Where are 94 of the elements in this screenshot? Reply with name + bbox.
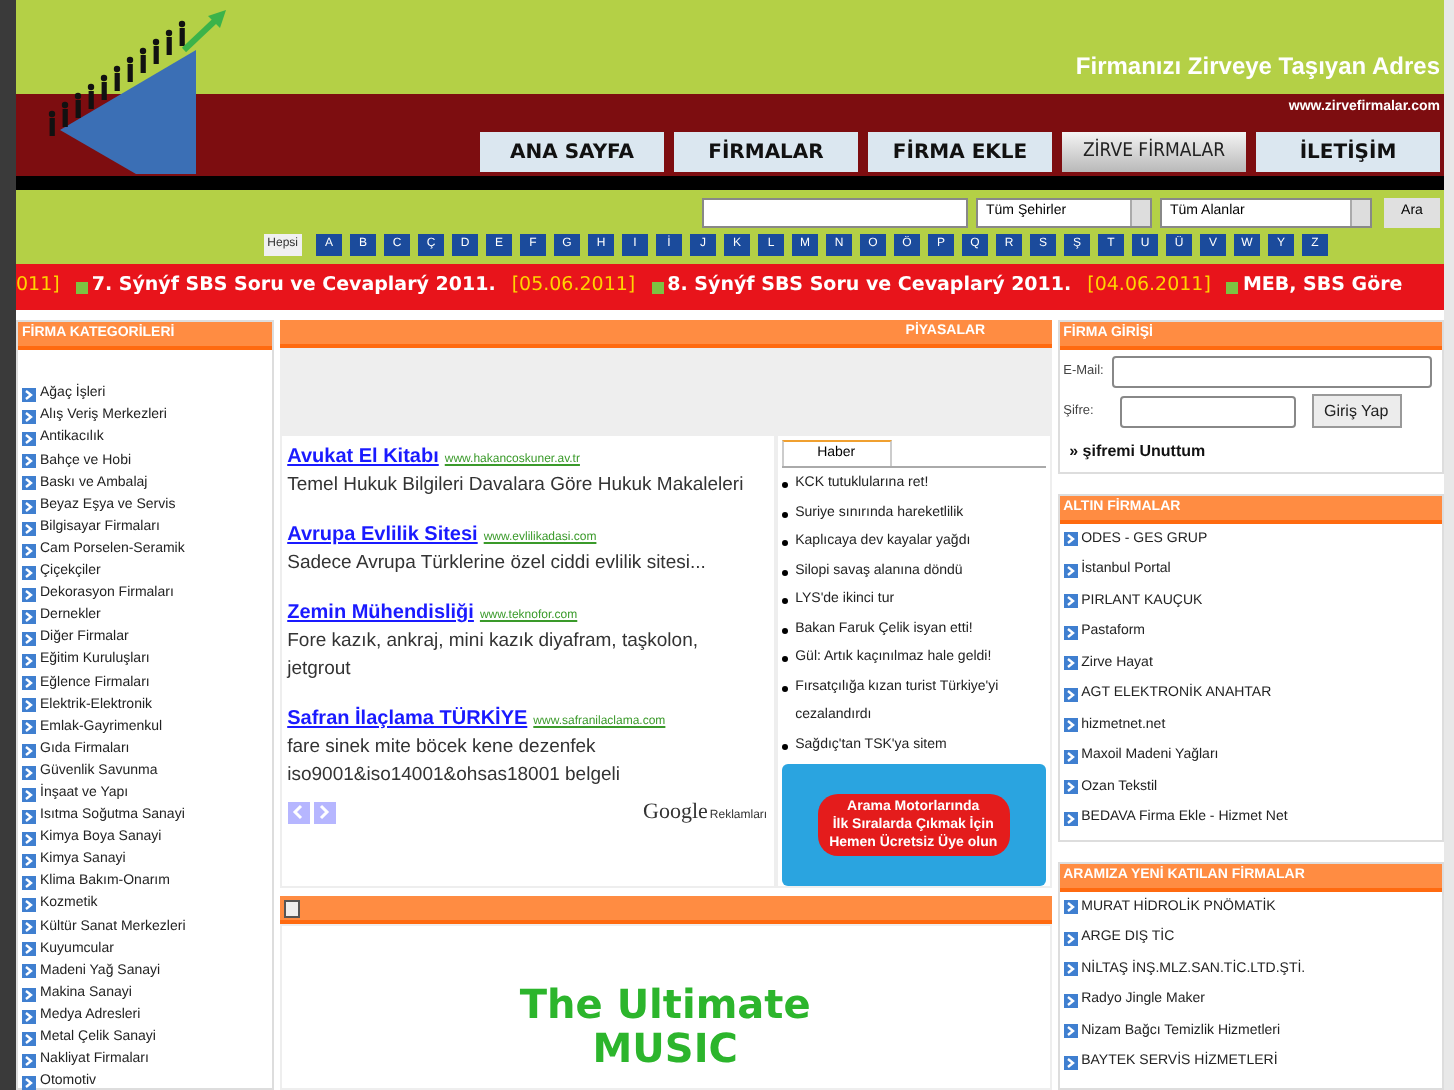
arrow-icon xyxy=(1063,962,1078,977)
ad-description: Sadece Avrupa Türklerine özel ciddi evlilik sitesi... xyxy=(287,550,708,578)
square-icon xyxy=(651,281,664,293)
arrow-icon xyxy=(22,565,36,580)
arrow-icon xyxy=(1063,718,1078,733)
chevron-left-icon xyxy=(292,804,305,821)
arrow-icon xyxy=(1063,687,1078,702)
arrow-icon xyxy=(1063,594,1078,609)
arrow-icon xyxy=(22,698,36,713)
arrow-icon xyxy=(1063,931,1078,946)
nav-button[interactable]: FİRMA EKLE xyxy=(868,132,1052,172)
ticker-headline[interactable]: 7. Sýnýf SBS Soru ve Cevaplarý 2011. xyxy=(91,272,496,302)
dropdown-icon xyxy=(1130,200,1150,226)
bullet-icon xyxy=(781,511,788,517)
arrow-icon xyxy=(1063,1055,1078,1070)
square-icon xyxy=(1226,281,1239,293)
arrow-icon xyxy=(22,410,36,425)
arrow-icon xyxy=(22,388,36,403)
arrow-icon xyxy=(22,521,36,536)
arrow-icon xyxy=(22,787,36,802)
forgot-password-link[interactable]: » şifremi Unuttum xyxy=(1069,440,1438,464)
bullet-icon xyxy=(781,656,788,662)
bullet-icon xyxy=(781,569,788,575)
password-field[interactable] xyxy=(1119,395,1296,427)
document-icon xyxy=(283,899,300,917)
ad-description: Fore kazık, ankraj, mini kazık diyafram, taşkolon, jetgrout xyxy=(287,628,700,684)
arrow-icon xyxy=(1063,811,1078,826)
bullet-icon xyxy=(781,685,788,691)
previous-button[interactable] xyxy=(287,801,310,824)
arrow-icon xyxy=(22,809,36,824)
arrow-icon xyxy=(22,454,36,469)
promo-text: The Ultimate xyxy=(519,982,811,1026)
bullet-icon xyxy=(781,598,788,604)
ticker-date: 011] xyxy=(16,272,60,301)
search-field[interactable] xyxy=(702,198,968,228)
ad-title-link[interactable]: Zemin Mühendisliği xyxy=(287,598,474,628)
next-button[interactable] xyxy=(313,801,336,824)
ad-description: Temel Hukuk Bilgileri Davalara Göre Hukuk Makaleleri xyxy=(287,472,746,500)
ticker-headline[interactable]: 8. Sýnýf SBS Soru ve Cevaplarý 2011. xyxy=(667,272,1072,302)
ad-title-link[interactable]: Avukat El Kitabı xyxy=(287,442,439,472)
bullet-icon xyxy=(781,482,788,488)
chevron-right-icon xyxy=(318,804,331,821)
arrow-icon xyxy=(22,654,36,669)
google-logo: Google xyxy=(643,798,708,828)
ticker-date: [05.06.2011] xyxy=(511,272,636,301)
arrow-icon xyxy=(1063,780,1078,795)
arrow-icon xyxy=(22,831,36,846)
arrow-icon xyxy=(22,942,36,957)
arrow-icon xyxy=(22,609,36,624)
arrow-icon xyxy=(22,632,36,647)
ticker-headline[interactable]: MEB, SBS Göre xyxy=(1242,272,1403,302)
arrow-icon xyxy=(22,765,36,780)
arrow-icon xyxy=(22,476,36,491)
bullet-icon xyxy=(781,540,788,546)
ad-title-link[interactable]: Avrupa Evlilik Sitesi xyxy=(287,520,478,550)
arrow-icon xyxy=(22,1053,36,1068)
ad-description: fare sinek mite böcek kene dezenfek iso9001&iso14001&ohsas18001 belgeli xyxy=(287,734,622,790)
square-icon xyxy=(75,281,88,293)
arrow-icon xyxy=(22,1009,36,1024)
arrow-icon xyxy=(22,964,36,979)
arrow-icon xyxy=(22,499,36,514)
nav-button[interactable]: ANA SAYFA xyxy=(480,132,664,172)
arrow-icon xyxy=(1063,900,1078,915)
header-slogan: Firmanızı Zirveye Taşıyan Adres xyxy=(1075,50,1440,84)
arrow-icon xyxy=(1063,1024,1078,1039)
nav-button[interactable]: İLETİŞİM xyxy=(1256,132,1440,172)
arrow-icon xyxy=(22,876,36,891)
arrow-icon xyxy=(22,898,36,913)
nav-button[interactable]: FİRMALAR xyxy=(674,132,858,172)
arrow-icon xyxy=(22,920,36,935)
arrow-icon xyxy=(22,720,36,735)
arrow-icon xyxy=(1063,656,1078,671)
arrow-icon xyxy=(22,676,36,691)
arrow-icon xyxy=(1063,625,1078,640)
login-button[interactable]: Giriş Yap xyxy=(1311,394,1402,428)
bullet-icon xyxy=(781,743,788,749)
arrow-icon xyxy=(1063,749,1078,764)
arrow-icon xyxy=(22,854,36,869)
ticker-date: [04.06.2011] xyxy=(1087,272,1211,301)
arrow-icon xyxy=(1063,993,1078,1008)
arrow-icon xyxy=(1063,563,1078,578)
arrow-icon xyxy=(1063,532,1078,547)
bullet-icon xyxy=(781,627,788,633)
dropdown-icon xyxy=(1350,200,1370,226)
nav-button[interactable]: ZİRVE FİRMALAR xyxy=(1062,132,1246,172)
email-field[interactable] xyxy=(1111,356,1432,388)
arrow-icon xyxy=(22,743,36,758)
arrow-icon xyxy=(22,543,36,558)
promo-text: MUSIC xyxy=(592,1026,738,1070)
arrow-icon xyxy=(22,987,36,1002)
arrow-icon xyxy=(22,432,36,447)
ad-title-link[interactable]: Safran İlaçlama TÜRKİYE xyxy=(287,704,528,734)
arrow-icon xyxy=(22,1031,36,1046)
arrow-icon xyxy=(22,587,36,602)
